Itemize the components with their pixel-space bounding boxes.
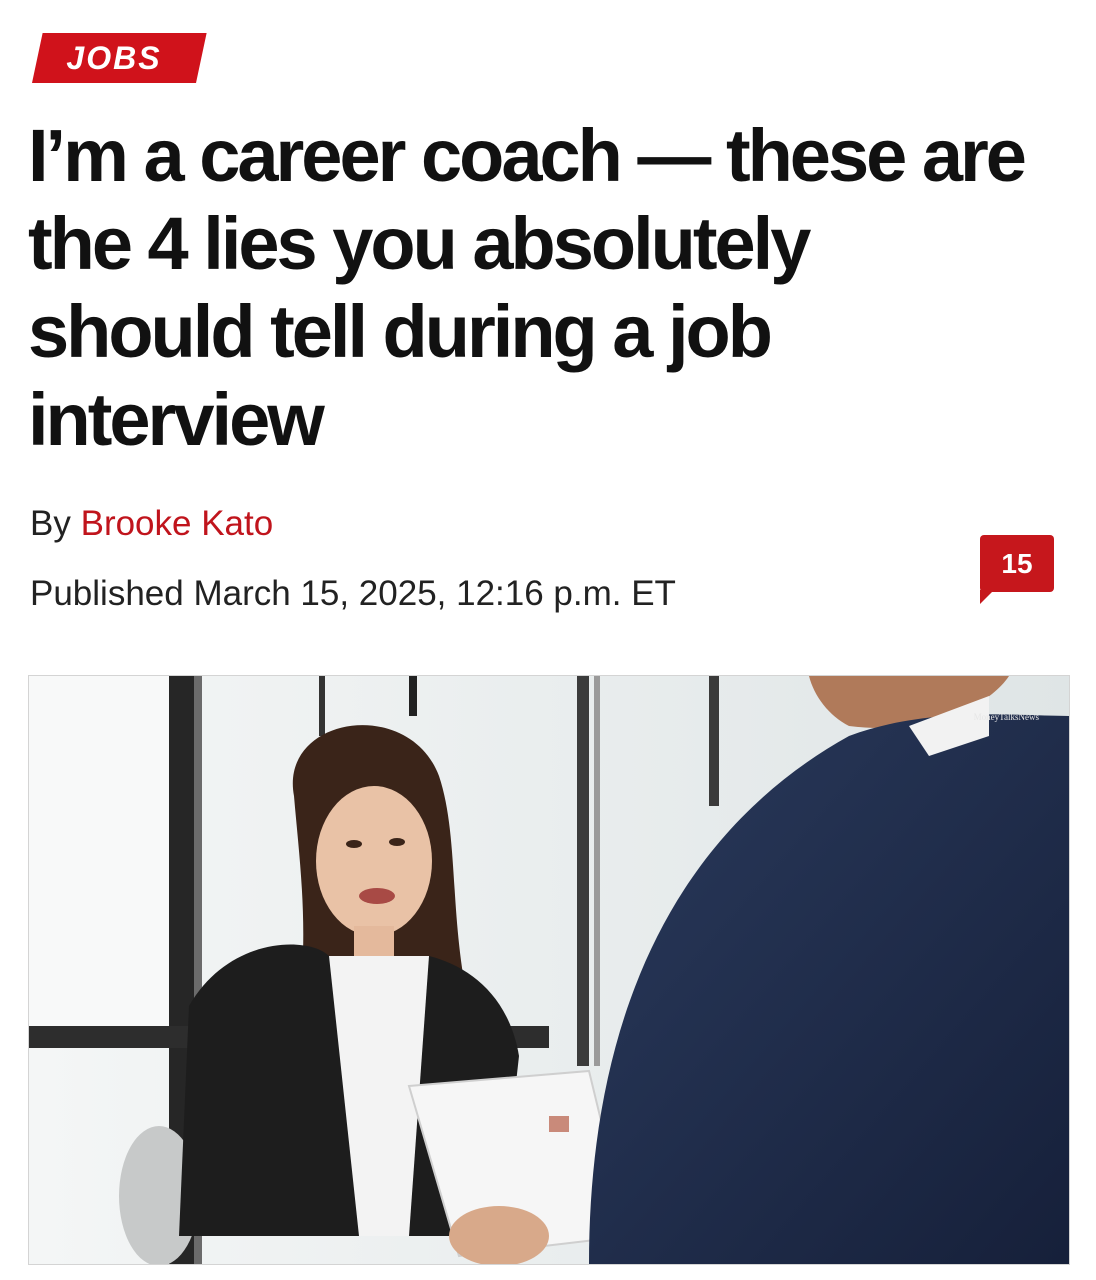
comment-count-button[interactable]: 15 [980, 535, 1054, 604]
comment-count: 15 [1001, 547, 1033, 579]
author-link[interactable]: Brooke Kato [81, 504, 274, 543]
article-headline: I’m a career coach — these are the 4 lie… [28, 114, 1027, 461]
hero-image-illustration [29, 676, 1069, 1264]
byline: By Brooke Kato [30, 504, 273, 544]
hero-image: MoneyTalksNews [28, 675, 1070, 1265]
section-tag-jobs[interactable]: JOBS [32, 33, 196, 83]
image-watermark: MoneyTalksNews [973, 712, 1039, 722]
byline-prefix: By [30, 504, 71, 543]
publish-date: Published March 15, 2025, 12:16 p.m. ET [30, 574, 676, 613]
